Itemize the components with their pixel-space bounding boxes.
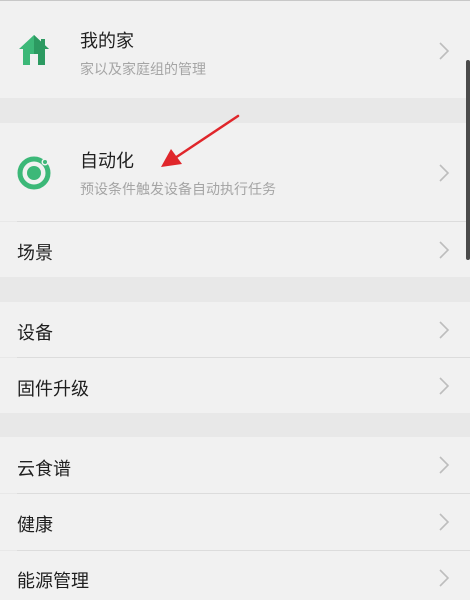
chevron-right-icon — [439, 42, 450, 60]
health-label: 健康 — [17, 515, 53, 536]
chevron-right-icon — [439, 241, 450, 259]
scrollbar[interactable] — [466, 60, 470, 260]
automation-subtitle: 预设条件触发设备自动执行任务 — [80, 182, 276, 198]
recipes-label: 云食谱 — [17, 459, 71, 480]
chevron-right-icon — [439, 377, 450, 395]
menu-item-home[interactable]: 我的家 家以及家庭组的管理 — [0, 1, 470, 98]
automation-label: 自动化 — [80, 151, 134, 172]
menu-item-health[interactable]: 健康 — [0, 494, 470, 550]
firmware-label: 固件升级 — [17, 379, 89, 400]
energy-label: 能源管理 — [17, 571, 89, 592]
menu-item-energy[interactable]: 能源管理 — [0, 551, 470, 600]
chevron-right-icon — [439, 569, 450, 587]
menu-item-firmware[interactable]: 固件升级 — [0, 358, 470, 413]
menu-item-recipes[interactable]: 云食谱 — [0, 437, 470, 493]
chevron-right-icon — [439, 164, 450, 182]
home-label: 我的家 — [80, 31, 134, 52]
menu-item-device[interactable]: 设备 — [0, 302, 470, 357]
home-subtitle: 家以及家庭组的管理 — [80, 62, 206, 78]
automation-ring-icon — [16, 155, 52, 195]
house-icon — [17, 33, 51, 71]
chevron-right-icon — [439, 513, 450, 531]
scene-label: 场景 — [17, 243, 53, 264]
chevron-right-icon — [439, 321, 450, 339]
menu-item-automation[interactable]: 自动化 预设条件触发设备自动执行任务 — [0, 123, 470, 221]
device-label: 设备 — [17, 323, 53, 344]
menu-item-scene[interactable]: 场景 — [0, 222, 470, 277]
chevron-right-icon — [439, 456, 450, 474]
